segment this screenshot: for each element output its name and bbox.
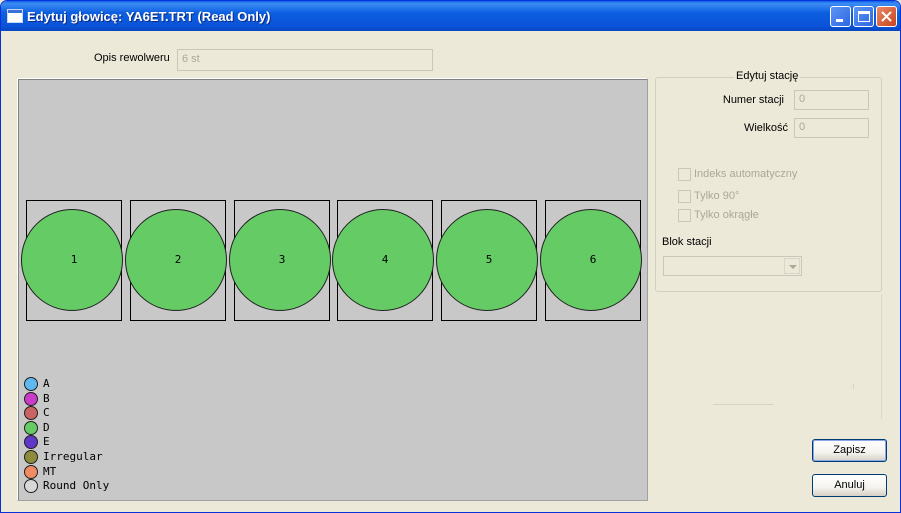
legend-color-swatch [24, 435, 38, 449]
legend-label: Irregular [43, 450, 103, 463]
station-number-field[interactable]: 0 [794, 90, 869, 110]
close-button[interactable] [876, 6, 897, 27]
station-number: 3 [278, 253, 286, 266]
station-number: 4 [381, 253, 389, 266]
maximize-button[interactable] [853, 6, 874, 27]
only-round-label: Tylko okrągłe [694, 209, 759, 221]
preview-mark [853, 384, 854, 389]
station-number: 6 [589, 253, 597, 266]
preview-panel [655, 295, 882, 419]
legend-label: A [43, 377, 50, 390]
legend-label: MT [43, 465, 57, 478]
legend-label: Round Only [43, 479, 110, 492]
legend-label: E [43, 435, 50, 448]
station-number: 1 [70, 253, 78, 266]
maximize-icon [858, 11, 870, 22]
station-number: 5 [485, 253, 493, 266]
title-bar[interactable]: Edytuj głowicę: YA6ET.TRT (Read Only) [1, 1, 900, 31]
edit-turret-window: Edytuj głowicę: YA6ET.TRT (Read Only) Op… [0, 0, 901, 513]
turret-canvas[interactable]: 1 2 3 4 5 6 A B C D E Irregular MT Round Only [17, 78, 648, 501]
legend-color-swatch [24, 450, 38, 464]
turret-description-field[interactable]: 6 st [177, 49, 433, 71]
turret-description-label: Opis rewolweru [94, 52, 170, 64]
legend-label: D [43, 421, 50, 434]
preview-divider [713, 404, 773, 405]
auto-index-checkbox[interactable] [678, 168, 691, 181]
legend-color-swatch [24, 465, 38, 479]
legend-color-swatch [24, 377, 38, 391]
edit-station-group-title: Edytuj stację [734, 70, 801, 82]
save-button[interactable]: Zapisz [812, 439, 887, 462]
station-block-label: Blok stacji [662, 236, 712, 248]
legend-label: C [43, 406, 50, 419]
window-title: Edytuj głowicę: YA6ET.TRT (Read Only) [27, 9, 271, 24]
legend-color-swatch [24, 479, 38, 493]
legend-color-swatch [24, 406, 38, 420]
size-label: Wielkość [743, 122, 788, 134]
only-90-label: Tylko 90° [694, 190, 740, 202]
window-icon [7, 9, 23, 23]
only-round-checkbox[interactable] [678, 209, 691, 222]
legend-label: B [43, 392, 50, 405]
minimize-button[interactable] [830, 6, 851, 27]
station-block-select[interactable] [663, 256, 802, 276]
legend-color-swatch [24, 421, 38, 435]
auto-index-label: Indeks automatyczny [694, 168, 798, 180]
legend-color-swatch [24, 392, 38, 406]
station-number: 2 [174, 253, 182, 266]
size-field[interactable]: 0 [794, 118, 869, 138]
minimize-icon [836, 19, 843, 22]
chevron-down-icon[interactable] [784, 258, 800, 274]
cancel-button[interactable]: Anuluj [812, 474, 887, 497]
only-90-checkbox[interactable] [678, 190, 691, 203]
station-number-label: Numer stacji [722, 94, 784, 106]
close-icon [881, 11, 892, 22]
